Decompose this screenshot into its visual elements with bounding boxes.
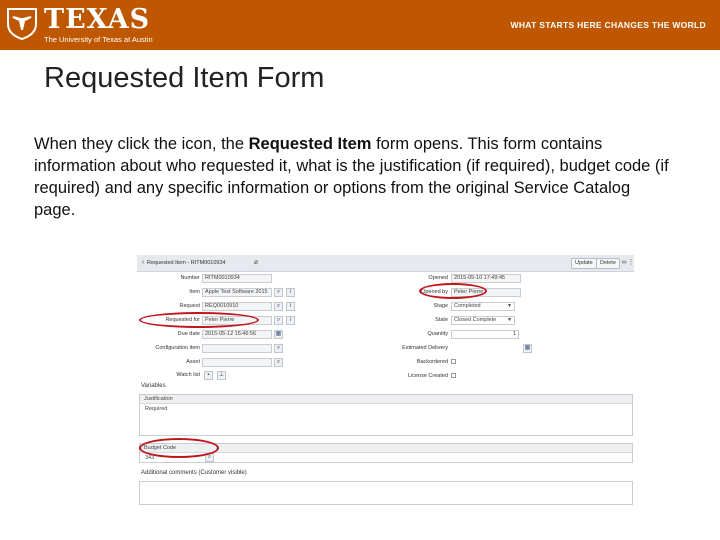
request-lookup-icon[interactable]: ⌕ [274, 302, 283, 311]
body-text-start: When they click the icon, the [34, 135, 249, 153]
slide-title: Requested Item Form [44, 62, 325, 94]
item-field[interactable]: Apple Test Software 2015 [202, 288, 272, 297]
backordered-label: Backordered [416, 359, 448, 365]
due-date-field[interactable]: 2015-05-12 15:46:56 [202, 330, 272, 339]
item-info-icon[interactable]: i [286, 288, 295, 297]
state-select[interactable]: Closed Complete ▼ [451, 316, 515, 325]
back-arrow-icon[interactable]: ‹ [139, 259, 147, 267]
stage-select[interactable]: Completed ▼ [451, 302, 515, 311]
number-field[interactable]: RITM0010934 [202, 274, 272, 283]
quantity-label: Quantity [427, 331, 448, 337]
watch-list-label: Watch list [176, 372, 200, 378]
estimated-delivery-calendar-icon[interactable]: ▦ [523, 344, 532, 353]
attachment-icon[interactable]: ⌀ [252, 259, 260, 267]
justification-value: Required [145, 406, 168, 412]
opened-field[interactable]: 2015-05-10 17:49:45 [451, 274, 521, 283]
item-label: Item [189, 289, 200, 295]
opened-label: Opened [428, 275, 448, 281]
license-created-label: License Created [407, 373, 448, 379]
university-name: The University of Texas at Austin [44, 35, 153, 44]
request-field[interactable]: REQ0010910 [202, 302, 272, 311]
additional-comments-label: Additional comments (Customer visible) [141, 470, 247, 476]
request-label: Request [179, 303, 201, 309]
delete-button[interactable]: Delete [596, 258, 620, 269]
requested-for-info-icon[interactable]: i [286, 316, 295, 325]
calendar-icon[interactable]: ▦ [274, 330, 283, 339]
variables-heading: Variables [141, 383, 166, 389]
asset-field[interactable] [202, 358, 272, 367]
more-options-icon[interactable]: ⋮ [627, 259, 635, 267]
requested-item-form-screenshot: ‹ Requested Item - RITM0010934 ⌀ Update … [137, 255, 634, 507]
longhorn-seal-icon [7, 8, 37, 40]
stage-value: Completed [454, 303, 481, 309]
additional-comments-textarea[interactable] [139, 481, 633, 505]
slide-body: When they click the icon, the Requested … [34, 133, 674, 221]
backordered-checkbox[interactable] [451, 359, 456, 364]
requested-for-highlight [139, 312, 259, 328]
ut-banner: TEXAS The University of Texas at Austin … [0, 0, 720, 50]
request-info-icon[interactable]: i [286, 302, 295, 311]
chevron-down-icon: ▼ [507, 303, 512, 309]
state-value: Closed Complete [454, 317, 497, 323]
update-button[interactable]: Update [571, 258, 597, 269]
item-lookup-icon[interactable]: ⌕ [274, 288, 283, 297]
configuration-item-label: Configuration item [155, 345, 200, 351]
watch-list-lock-icon[interactable]: ▪ [204, 371, 213, 380]
opened-by-highlight [419, 283, 487, 299]
stage-label: Stage [433, 303, 448, 309]
tagline: WHAT STARTS HERE CHANGES THE WORLD [510, 20, 706, 30]
due-date-label: Due date [177, 331, 200, 337]
watch-list-add-user-icon[interactable]: ⊥ [217, 371, 226, 380]
justification-label: Justification [140, 395, 632, 404]
estimated-delivery-label: Estimated Delivery [402, 345, 448, 351]
quantity-field[interactable]: 1 [451, 330, 519, 339]
form-header-title: Requested Item - RITM0010934 [147, 260, 226, 266]
state-label: State [435, 317, 448, 323]
configuration-item-field[interactable] [202, 344, 272, 353]
body-text-bold: Requested Item [248, 135, 372, 153]
ut-logo: TEXAS The University of Texas at Austin [6, 4, 153, 46]
asset-lookup-icon[interactable]: ⌕ [274, 358, 283, 367]
chevron-down-icon: ▼ [507, 317, 512, 323]
asset-label: Asset [186, 359, 200, 365]
budget-code-highlight [139, 438, 219, 458]
requested-for-lookup-icon[interactable]: ⌕ [274, 316, 283, 325]
form-header: ‹ Requested Item - RITM0010934 ⌀ Update … [137, 255, 634, 272]
texas-wordmark: TEXAS [44, 4, 151, 35]
configuration-item-lookup-icon[interactable]: ⌕ [274, 344, 283, 353]
number-label: Number [180, 275, 200, 281]
license-created-checkbox[interactable] [451, 373, 456, 378]
justification-box[interactable]: Justification Required [139, 394, 633, 436]
